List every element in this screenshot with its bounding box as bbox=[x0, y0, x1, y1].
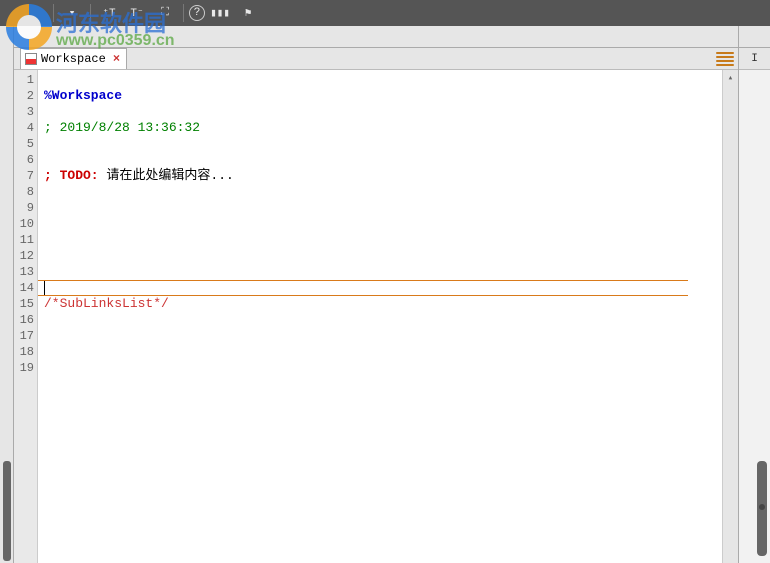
code-line bbox=[44, 264, 738, 280]
code-line bbox=[44, 72, 738, 88]
scroll-up-icon[interactable]: ▴ bbox=[723, 70, 738, 86]
dropdown-toggle[interactable]: ▾ bbox=[59, 2, 85, 24]
toolbar: ▾ ⁺T T⁻ ⛶ ? ▮▮▮ ⚑ bbox=[0, 0, 770, 26]
code-line bbox=[44, 216, 738, 232]
hamburger-menu-icon[interactable] bbox=[716, 50, 734, 66]
empty-tab-band bbox=[14, 26, 738, 48]
code-line bbox=[44, 360, 738, 376]
vertical-scrollbar[interactable]: ▴ bbox=[722, 70, 738, 563]
columns-button[interactable]: ▮▮▮ bbox=[207, 2, 233, 24]
code-area[interactable]: %Workspace ; 2019/8/28 13:36:32 ; TODO: … bbox=[38, 70, 738, 563]
code-line: /*SubLinksList*/ bbox=[44, 296, 738, 312]
right-side-panel: I bbox=[738, 26, 770, 563]
toolbar-separator bbox=[183, 4, 184, 22]
bookmark-button[interactable]: ⚑ bbox=[235, 2, 261, 24]
code-line bbox=[44, 232, 738, 248]
fullscreen-button[interactable]: ⛶ bbox=[152, 2, 178, 24]
code-line: %Workspace bbox=[44, 88, 738, 104]
code-editor[interactable]: 1 2 3 4 5 6 7 8 9 10 11 12 13 14 15 16 1… bbox=[14, 70, 738, 563]
code-line bbox=[44, 104, 738, 120]
help-button[interactable]: ? bbox=[189, 5, 205, 21]
code-line bbox=[44, 344, 738, 360]
code-line bbox=[44, 248, 738, 264]
code-line bbox=[44, 280, 738, 296]
file-icon bbox=[25, 53, 37, 65]
right-panel-band bbox=[739, 26, 770, 48]
tab-bar: Workspace × bbox=[14, 48, 738, 70]
code-line bbox=[44, 136, 738, 152]
code-line bbox=[44, 328, 738, 344]
code-line: ; 2019/8/28 13:36:32 bbox=[44, 120, 738, 136]
code-line bbox=[44, 152, 738, 168]
toolbar-separator bbox=[90, 4, 91, 22]
code-line: ; TODO: 请在此处编辑内容... bbox=[44, 168, 738, 184]
close-icon[interactable]: × bbox=[113, 52, 120, 66]
tab-title: Workspace bbox=[41, 52, 106, 66]
font-decrease-button[interactable]: T⁻ bbox=[124, 2, 150, 24]
left-scroll-thumb[interactable] bbox=[3, 461, 11, 561]
left-gutter-strip bbox=[0, 26, 14, 563]
font-increase-button[interactable]: ⁺T bbox=[96, 2, 122, 24]
right-panel-header[interactable]: I bbox=[739, 48, 770, 70]
toolbar-separator bbox=[53, 4, 54, 22]
right-scroll-dot-icon bbox=[759, 504, 765, 510]
code-line bbox=[44, 184, 738, 200]
tab-workspace[interactable]: Workspace × bbox=[20, 48, 127, 69]
line-number-gutter: 1 2 3 4 5 6 7 8 9 10 11 12 13 14 15 16 1… bbox=[14, 70, 38, 563]
text-cursor bbox=[44, 281, 45, 295]
editor-panel: Workspace × 1 2 3 4 5 6 7 8 9 10 11 12 1… bbox=[14, 26, 738, 563]
code-line bbox=[44, 200, 738, 216]
code-line bbox=[44, 312, 738, 328]
